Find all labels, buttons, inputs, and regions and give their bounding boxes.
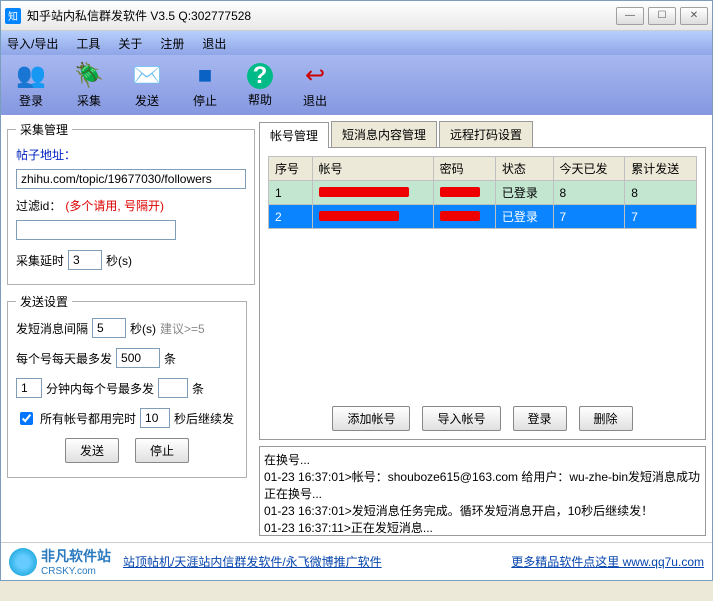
stop-icon: ■ — [189, 62, 221, 90]
delay-label: 采集延时 — [16, 252, 64, 269]
interval-unit: 秒(s) — [130, 320, 156, 337]
interval-hint: 建议>=5 — [160, 320, 205, 337]
bug-icon: 🪲 — [73, 62, 105, 90]
delete-account-button[interactable]: 删除 — [579, 406, 633, 431]
stop-button[interactable]: ■停止 — [183, 60, 227, 111]
interval-input[interactable] — [92, 318, 126, 338]
login-button[interactable]: 👥登录 — [9, 60, 53, 111]
add-account-button[interactable]: 添加帐号 — [332, 406, 410, 431]
exit-icon: ↩ — [299, 62, 331, 90]
menu-register[interactable]: 注册 — [160, 35, 184, 52]
log-area[interactable]: 在换号... 01-23 16:37:01>帐号：shouboze615@163… — [259, 446, 706, 536]
collect-fieldset: 采集管理 帖子地址： 过滤id： (多个请用, 号隔开) 采集延时 秒(s) — [7, 121, 255, 285]
menubar: 导入/导出 工具 关于 注册 退出 — [1, 31, 712, 55]
resume-input[interactable] — [140, 408, 170, 428]
send-fieldset: 发送设置 发短消息间隔 秒(s) 建议>=5 每个号每天最多发 条 分钟内每个号… — [7, 293, 247, 478]
app-icon: 知 — [5, 8, 21, 24]
resume-unit: 秒后继续发 — [174, 410, 234, 427]
tab-captcha[interactable]: 远程打码设置 — [439, 121, 533, 147]
daily-label: 每个号每天最多发 — [16, 350, 112, 367]
delay-unit: 秒(s) — [106, 252, 132, 269]
filter-label: 过滤id： — [16, 197, 61, 214]
redacted-password — [440, 187, 480, 197]
people-icon: 👥 — [15, 62, 47, 90]
minute-pre-input[interactable] — [16, 378, 42, 398]
minute-unit: 条 — [192, 380, 204, 397]
help-button[interactable]: ?帮助 — [241, 61, 279, 110]
interval-label: 发短消息间隔 — [16, 320, 88, 337]
brand-name: 非凡软件站 — [41, 546, 111, 566]
toolbar: 👥登录 🪲采集 ✉️发送 ■停止 ?帮助 ↩退出 — [1, 55, 712, 115]
redacted-account — [319, 187, 409, 197]
import-account-button[interactable]: 导入帐号 — [422, 406, 500, 431]
footer-more-link[interactable]: 更多精品软件点这里 www.qq7u.com — [511, 555, 704, 569]
tab-messages[interactable]: 短消息内容管理 — [331, 121, 437, 147]
daily-input[interactable] — [116, 348, 160, 368]
filter-hint: (多个请用, 号隔开) — [65, 197, 164, 214]
titlebar: 知 知乎站内私信群发软件 V3.5 Q:302777528 — ☐ ✕ — [1, 1, 712, 31]
redacted-account — [319, 211, 399, 221]
close-button[interactable]: ✕ — [680, 7, 708, 25]
redacted-password — [440, 211, 480, 221]
daily-unit: 条 — [164, 350, 176, 367]
collect-button[interactable]: 🪲采集 — [67, 60, 111, 111]
send-legend: 发送设置 — [16, 293, 72, 310]
brand-domain: CRSKY.com — [41, 566, 111, 577]
help-icon: ? — [247, 63, 273, 89]
filter-input[interactable] — [16, 220, 176, 240]
send-button[interactable]: ✉️发送 — [125, 60, 169, 111]
footer: 非凡软件站 CRSKY.com 站顶帖机/天涯站内信群发软件/永飞微博推广软件 … — [1, 542, 712, 580]
tabs: 帐号管理 短消息内容管理 远程打码设置 — [259, 121, 706, 148]
delay-input[interactable] — [68, 250, 102, 270]
footer-links[interactable]: 站顶帖机/天涯站内信群发软件/永飞微博推广软件 — [123, 555, 382, 569]
minute-label: 分钟内每个号最多发 — [46, 380, 154, 397]
tab-accounts[interactable]: 帐号管理 — [259, 122, 329, 148]
checkbox-label: 所有帐号都用完时 — [40, 410, 136, 427]
menu-tools[interactable]: 工具 — [76, 35, 100, 52]
minimize-button[interactable]: — — [616, 7, 644, 25]
table-row[interactable]: 1 已登录 8 8 — [269, 181, 697, 205]
resume-checkbox[interactable] — [20, 412, 33, 425]
login-account-button[interactable]: 登录 — [513, 406, 567, 431]
menu-about[interactable]: 关于 — [118, 35, 142, 52]
brand-logo-icon — [9, 548, 37, 576]
url-label: 帖子地址： — [16, 146, 76, 163]
exit-button[interactable]: ↩退出 — [293, 60, 337, 111]
minute-input[interactable] — [158, 378, 188, 398]
stop2-button[interactable]: 停止 — [135, 438, 189, 463]
mail-icon: ✉️ — [131, 62, 163, 90]
menu-exit[interactable]: 退出 — [202, 35, 226, 52]
menu-import-export[interactable]: 导入/导出 — [7, 35, 58, 52]
send2-button[interactable]: 发送 — [65, 438, 119, 463]
window-title: 知乎站内私信群发软件 V3.5 Q:302777528 — [27, 7, 616, 24]
table-row[interactable]: 2 已登录 7 7 — [269, 205, 697, 229]
account-table: 序号帐号密码状态今天已发累计发送 1 已登录 8 8 — [268, 156, 697, 229]
collect-legend: 采集管理 — [16, 121, 72, 138]
url-input[interactable] — [16, 169, 246, 189]
maximize-button[interactable]: ☐ — [648, 7, 676, 25]
table-header: 序号帐号密码状态今天已发累计发送 — [269, 157, 697, 181]
